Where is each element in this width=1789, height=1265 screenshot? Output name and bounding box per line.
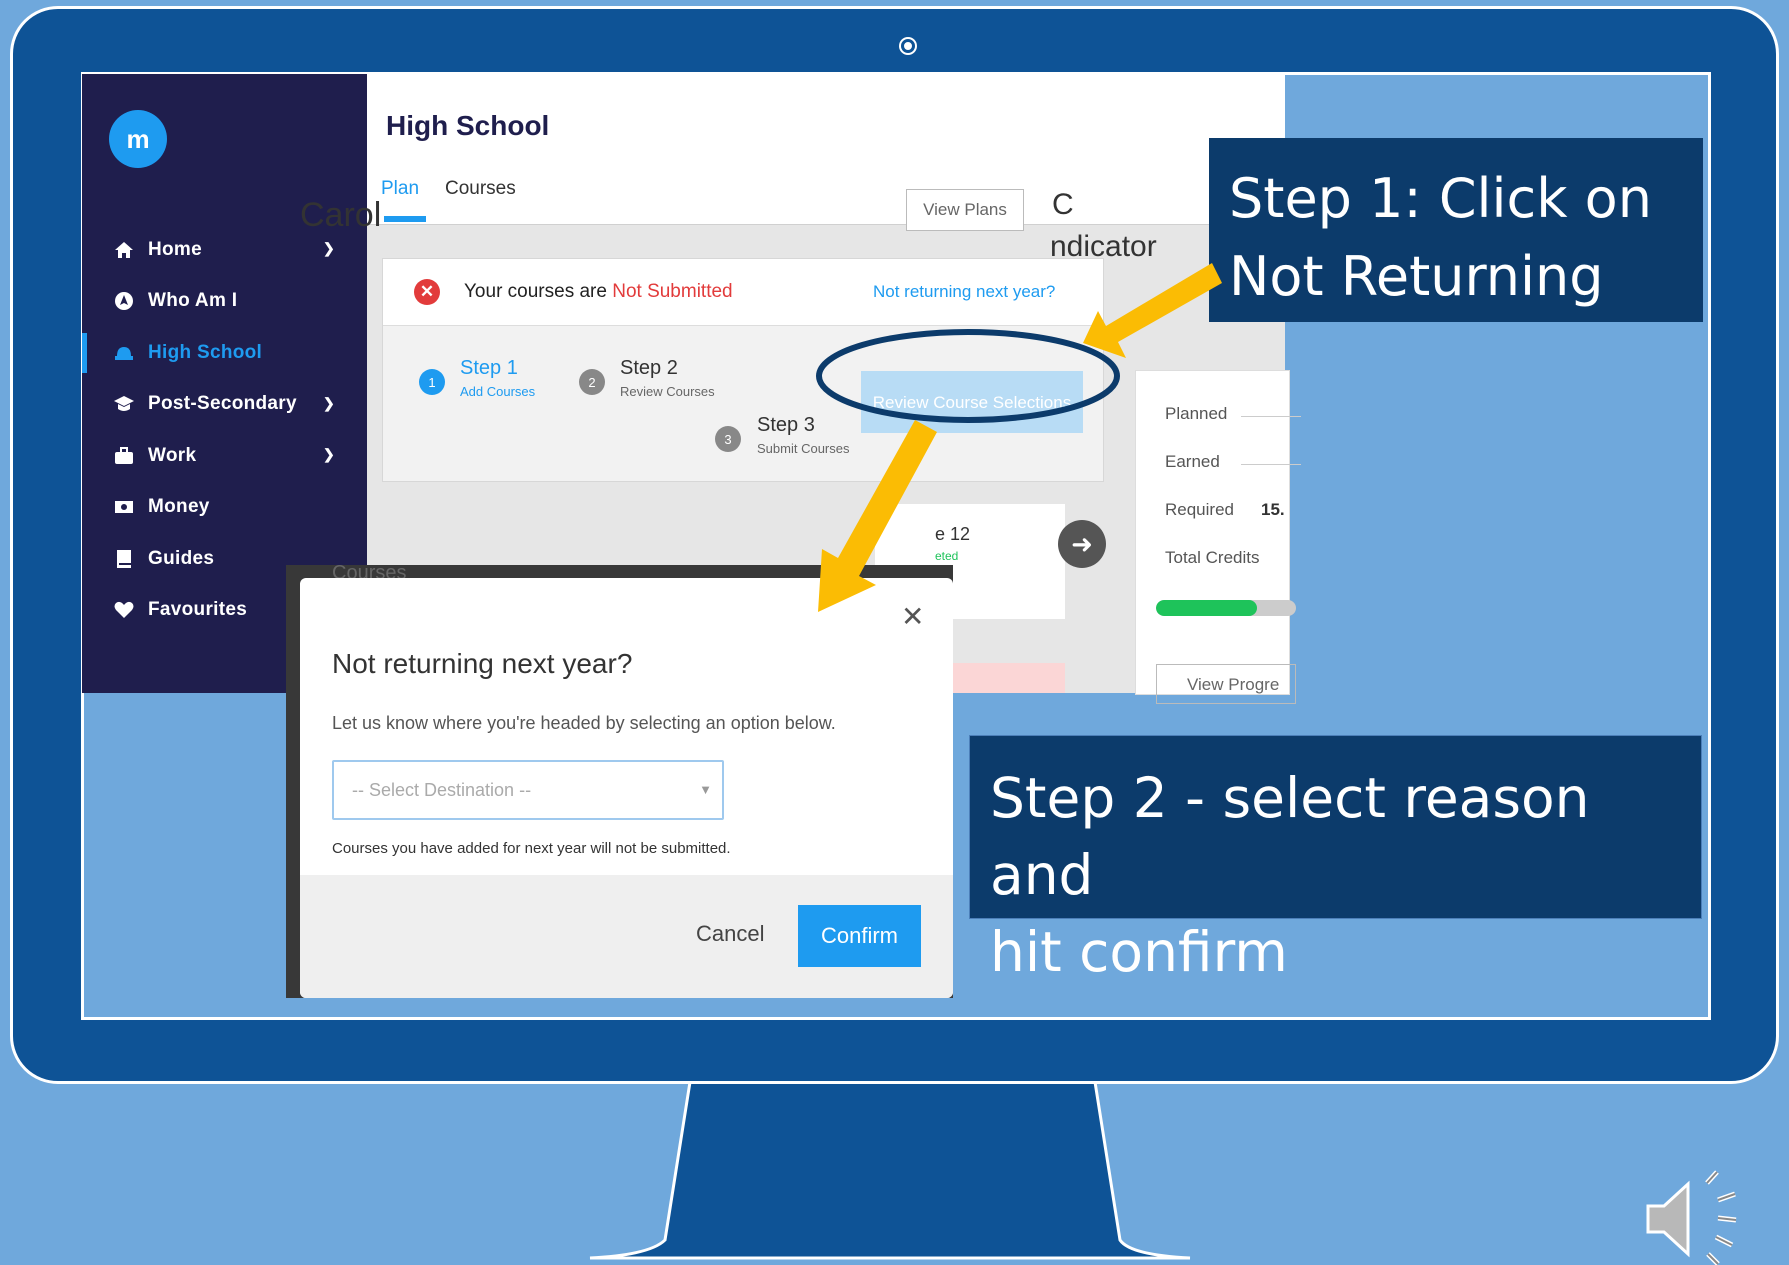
planned-label: Planned xyxy=(1165,404,1228,423)
student-name: Carol xyxy=(300,196,382,234)
step-title[interactable]: Step 1 xyxy=(460,357,518,380)
step-title[interactable]: Step 2 xyxy=(620,357,678,380)
home-icon xyxy=(112,241,136,259)
view-progress-button[interactable]: View Progre xyxy=(1156,664,1296,704)
modal-note: Courses you have added for next year wil… xyxy=(332,840,731,857)
progress-fill xyxy=(1156,600,1257,616)
tab-plan[interactable]: Plan xyxy=(381,178,419,200)
divider xyxy=(1241,416,1301,417)
active-tab-indicator xyxy=(384,216,426,222)
required-value: 15. xyxy=(1261,500,1285,519)
graduation-cap-icon xyxy=(112,395,136,413)
sidebar-item-label: High School xyxy=(148,341,263,363)
close-icon[interactable]: ✕ xyxy=(901,600,924,633)
chevron-down-icon: ▼ xyxy=(699,782,712,797)
step-subtitle: Review Courses xyxy=(620,384,715,399)
step-number: 2 xyxy=(579,369,605,395)
credits-panel: Planned Earned Required 15. Total Credit… xyxy=(1135,370,1301,704)
not-returning-link[interactable]: Not returning next year? xyxy=(873,282,1055,302)
cancel-button[interactable]: Cancel xyxy=(696,921,764,947)
sidebar-item-label: Guides xyxy=(148,547,215,569)
status-badge: Not Submitted xyxy=(612,281,733,302)
step-title[interactable]: Step 3 xyxy=(757,414,815,437)
money-icon xyxy=(112,499,136,515)
destination-select[interactable]: -- Select Destination -- ▼ xyxy=(332,760,724,820)
heart-icon xyxy=(112,601,136,619)
sidebar-item-label: Home xyxy=(148,238,202,260)
callout-line: Step 1: Click on xyxy=(1229,167,1652,230)
compass-icon xyxy=(112,291,136,311)
step-number: 3 xyxy=(715,426,741,452)
confirm-button[interactable]: Confirm xyxy=(798,905,921,967)
view-plans-button[interactable]: View Plans xyxy=(906,189,1024,231)
app-logo-icon[interactable]: m xyxy=(109,110,167,168)
modal-footer: Cancel Confirm xyxy=(300,875,953,998)
arrow-right-icon[interactable]: ➜ xyxy=(1058,520,1106,568)
header: High School Plan Courses xyxy=(367,74,1285,225)
callout-line: Step 2 - select reason and xyxy=(990,766,1590,907)
status-bar: ✕ Your courses are Not Submitted Not ret… xyxy=(383,259,1103,326)
not-returning-modal: ✕ Not returning next year? Let us know w… xyxy=(300,578,953,998)
callout-line: hit confirm xyxy=(990,920,1288,984)
select-placeholder: -- Select Destination -- xyxy=(352,780,532,800)
error-icon: ✕ xyxy=(414,279,440,305)
step-number: 1 xyxy=(419,369,445,395)
status-text: Your courses are Not Submitted xyxy=(464,281,733,303)
sidebar-item-post-secondary[interactable]: Post-Secondary ❯ xyxy=(82,379,367,431)
sidebar-item-high-school[interactable]: High School xyxy=(82,327,367,379)
book-icon xyxy=(112,549,136,569)
chevron-down-icon[interactable]: ❯ xyxy=(323,446,335,463)
credits-progress-bar xyxy=(1156,600,1296,616)
chevron-down-icon[interactable]: ❯ xyxy=(323,240,335,257)
total-credits-label: Total Credits xyxy=(1165,548,1260,567)
sidebar-item-label: Money xyxy=(148,496,210,518)
chevron-down-icon[interactable]: ❯ xyxy=(323,395,335,412)
modal-description: Let us know where you're headed by selec… xyxy=(332,713,836,733)
divider xyxy=(1241,464,1301,465)
step-subtitle: Add Courses xyxy=(460,384,536,399)
earned-label: Earned xyxy=(1165,452,1220,471)
step2-callout: Step 2 - select reason and hit confirm xyxy=(969,735,1702,984)
step-subtitle: Submit Courses xyxy=(757,441,850,456)
modal-title: Not returning next year? xyxy=(332,648,633,679)
page-title: High School xyxy=(386,110,550,141)
sidebar-item-work[interactable]: Work ❯ xyxy=(82,430,367,482)
hat-icon xyxy=(112,344,136,362)
sidebar-item-label: Who Am I xyxy=(148,290,238,312)
sidebar-item-label: Favourites xyxy=(148,599,248,621)
indicator-heading-initial: C xyxy=(1052,188,1074,221)
briefcase-icon xyxy=(112,446,136,465)
sidebar-item-label: Work xyxy=(148,444,197,466)
required-label: Required xyxy=(1165,500,1234,519)
sidebar-item-label: Post-Secondary xyxy=(148,393,297,415)
course-status-card: ✕ Your courses are Not Submitted Not ret… xyxy=(382,258,1104,482)
step1-callout: Step 1: Click on Not Returning xyxy=(1209,138,1703,322)
completed-label: eted xyxy=(935,549,959,563)
sidebar-item-who-am-i[interactable]: Who Am I xyxy=(82,276,367,328)
camera-icon xyxy=(901,39,915,53)
tab-courses[interactable]: Courses xyxy=(445,178,516,200)
grade-label: e 12 xyxy=(935,524,971,544)
sidebar-item-money[interactable]: Money xyxy=(82,482,367,534)
review-course-selections-button[interactable]: Review Course Selections xyxy=(861,371,1083,433)
callout-line: Not Returning xyxy=(1229,245,1604,308)
status-prefix: Your courses are xyxy=(464,281,607,302)
